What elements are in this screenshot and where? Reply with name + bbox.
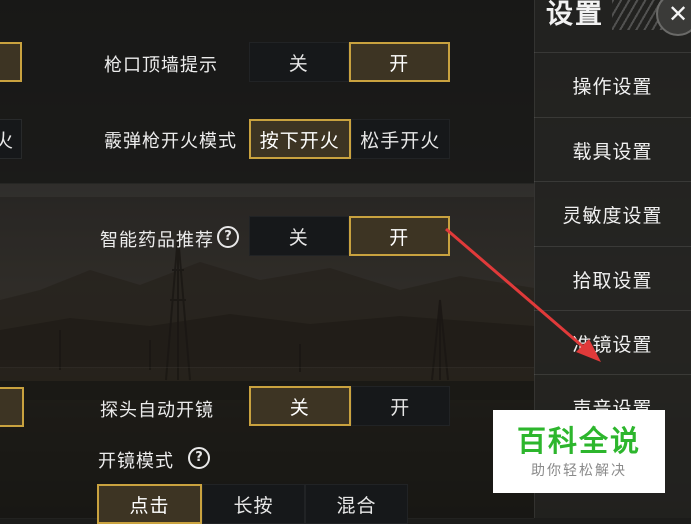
muzzle-wall-hint-off[interactable]: 关 — [249, 42, 349, 82]
title-decoration — [612, 0, 662, 30]
scope-mode-help-icon[interactable]: ? — [188, 447, 210, 469]
scope-mode-hold[interactable]: 长按 — [202, 484, 305, 524]
smart-medicine-help-icon[interactable]: ? — [217, 226, 239, 248]
left-partial-fire-label: 火 — [0, 129, 13, 152]
sidebar-item-vehicle[interactable]: 载具设置 — [534, 117, 691, 182]
peek-auto-scope-toggle: 关 开 — [249, 386, 450, 426]
sidebar-item-crosshair[interactable]: 准镜设置 — [534, 310, 691, 375]
sidebar-item-pickup[interactable]: 拾取设置 — [534, 246, 691, 311]
scope-mode-tap[interactable]: 点击 — [97, 484, 202, 524]
smart-medicine-off[interactable]: 关 — [249, 216, 349, 256]
smart-medicine-toggle: 关 开 — [249, 216, 450, 256]
muzzle-wall-hint-on[interactable]: 开 — [348, 42, 450, 82]
close-icon: ✕ — [667, 0, 689, 28]
peek-auto-scope-label: 探头自动开镜 — [100, 400, 214, 421]
shotgun-fire-mode-toggle: 按下开火 松手开火 — [249, 119, 450, 159]
scope-mode-mixed[interactable]: 混合 — [305, 484, 408, 524]
shotgun-release-fire[interactable]: 松手开火 — [350, 119, 450, 159]
watermark: 百科全说 助你轻松解决 — [493, 410, 665, 493]
scope-mode-selector: 点击 长按 混合 — [97, 484, 408, 524]
peek-auto-scope-off[interactable]: 关 — [249, 386, 351, 426]
shotgun-fire-mode-label: 霰弹枪开火模式 — [104, 131, 237, 152]
sidebar-title: 设置 — [546, 0, 604, 30]
shotgun-press-fire[interactable]: 按下开火 — [249, 119, 351, 159]
left-partial-toggle[interactable] — [0, 42, 22, 82]
peek-auto-scope-on[interactable]: 开 — [350, 386, 450, 426]
left-partial-toggle-bottom[interactable] — [0, 387, 24, 427]
smart-medicine-label: 智能药品推荐 — [100, 230, 214, 251]
left-partial-fire-button[interactable]: 火 — [0, 119, 22, 159]
sidebar-item-sensitivity[interactable]: 灵敏度设置 — [534, 181, 691, 246]
watermark-logo-text: 百科全说 — [516, 423, 641, 458]
watermark-slogan: 助你轻松解决 — [531, 462, 627, 479]
sidebar-item-controls[interactable]: 操作设置 — [534, 52, 691, 117]
muzzle-wall-hint-label: 枪口顶墙提示 — [104, 55, 218, 76]
smart-medicine-on[interactable]: 开 — [348, 216, 450, 256]
muzzle-wall-hint-toggle: 关 开 — [249, 42, 450, 82]
scope-mode-label: 开镜模式 — [98, 451, 174, 472]
